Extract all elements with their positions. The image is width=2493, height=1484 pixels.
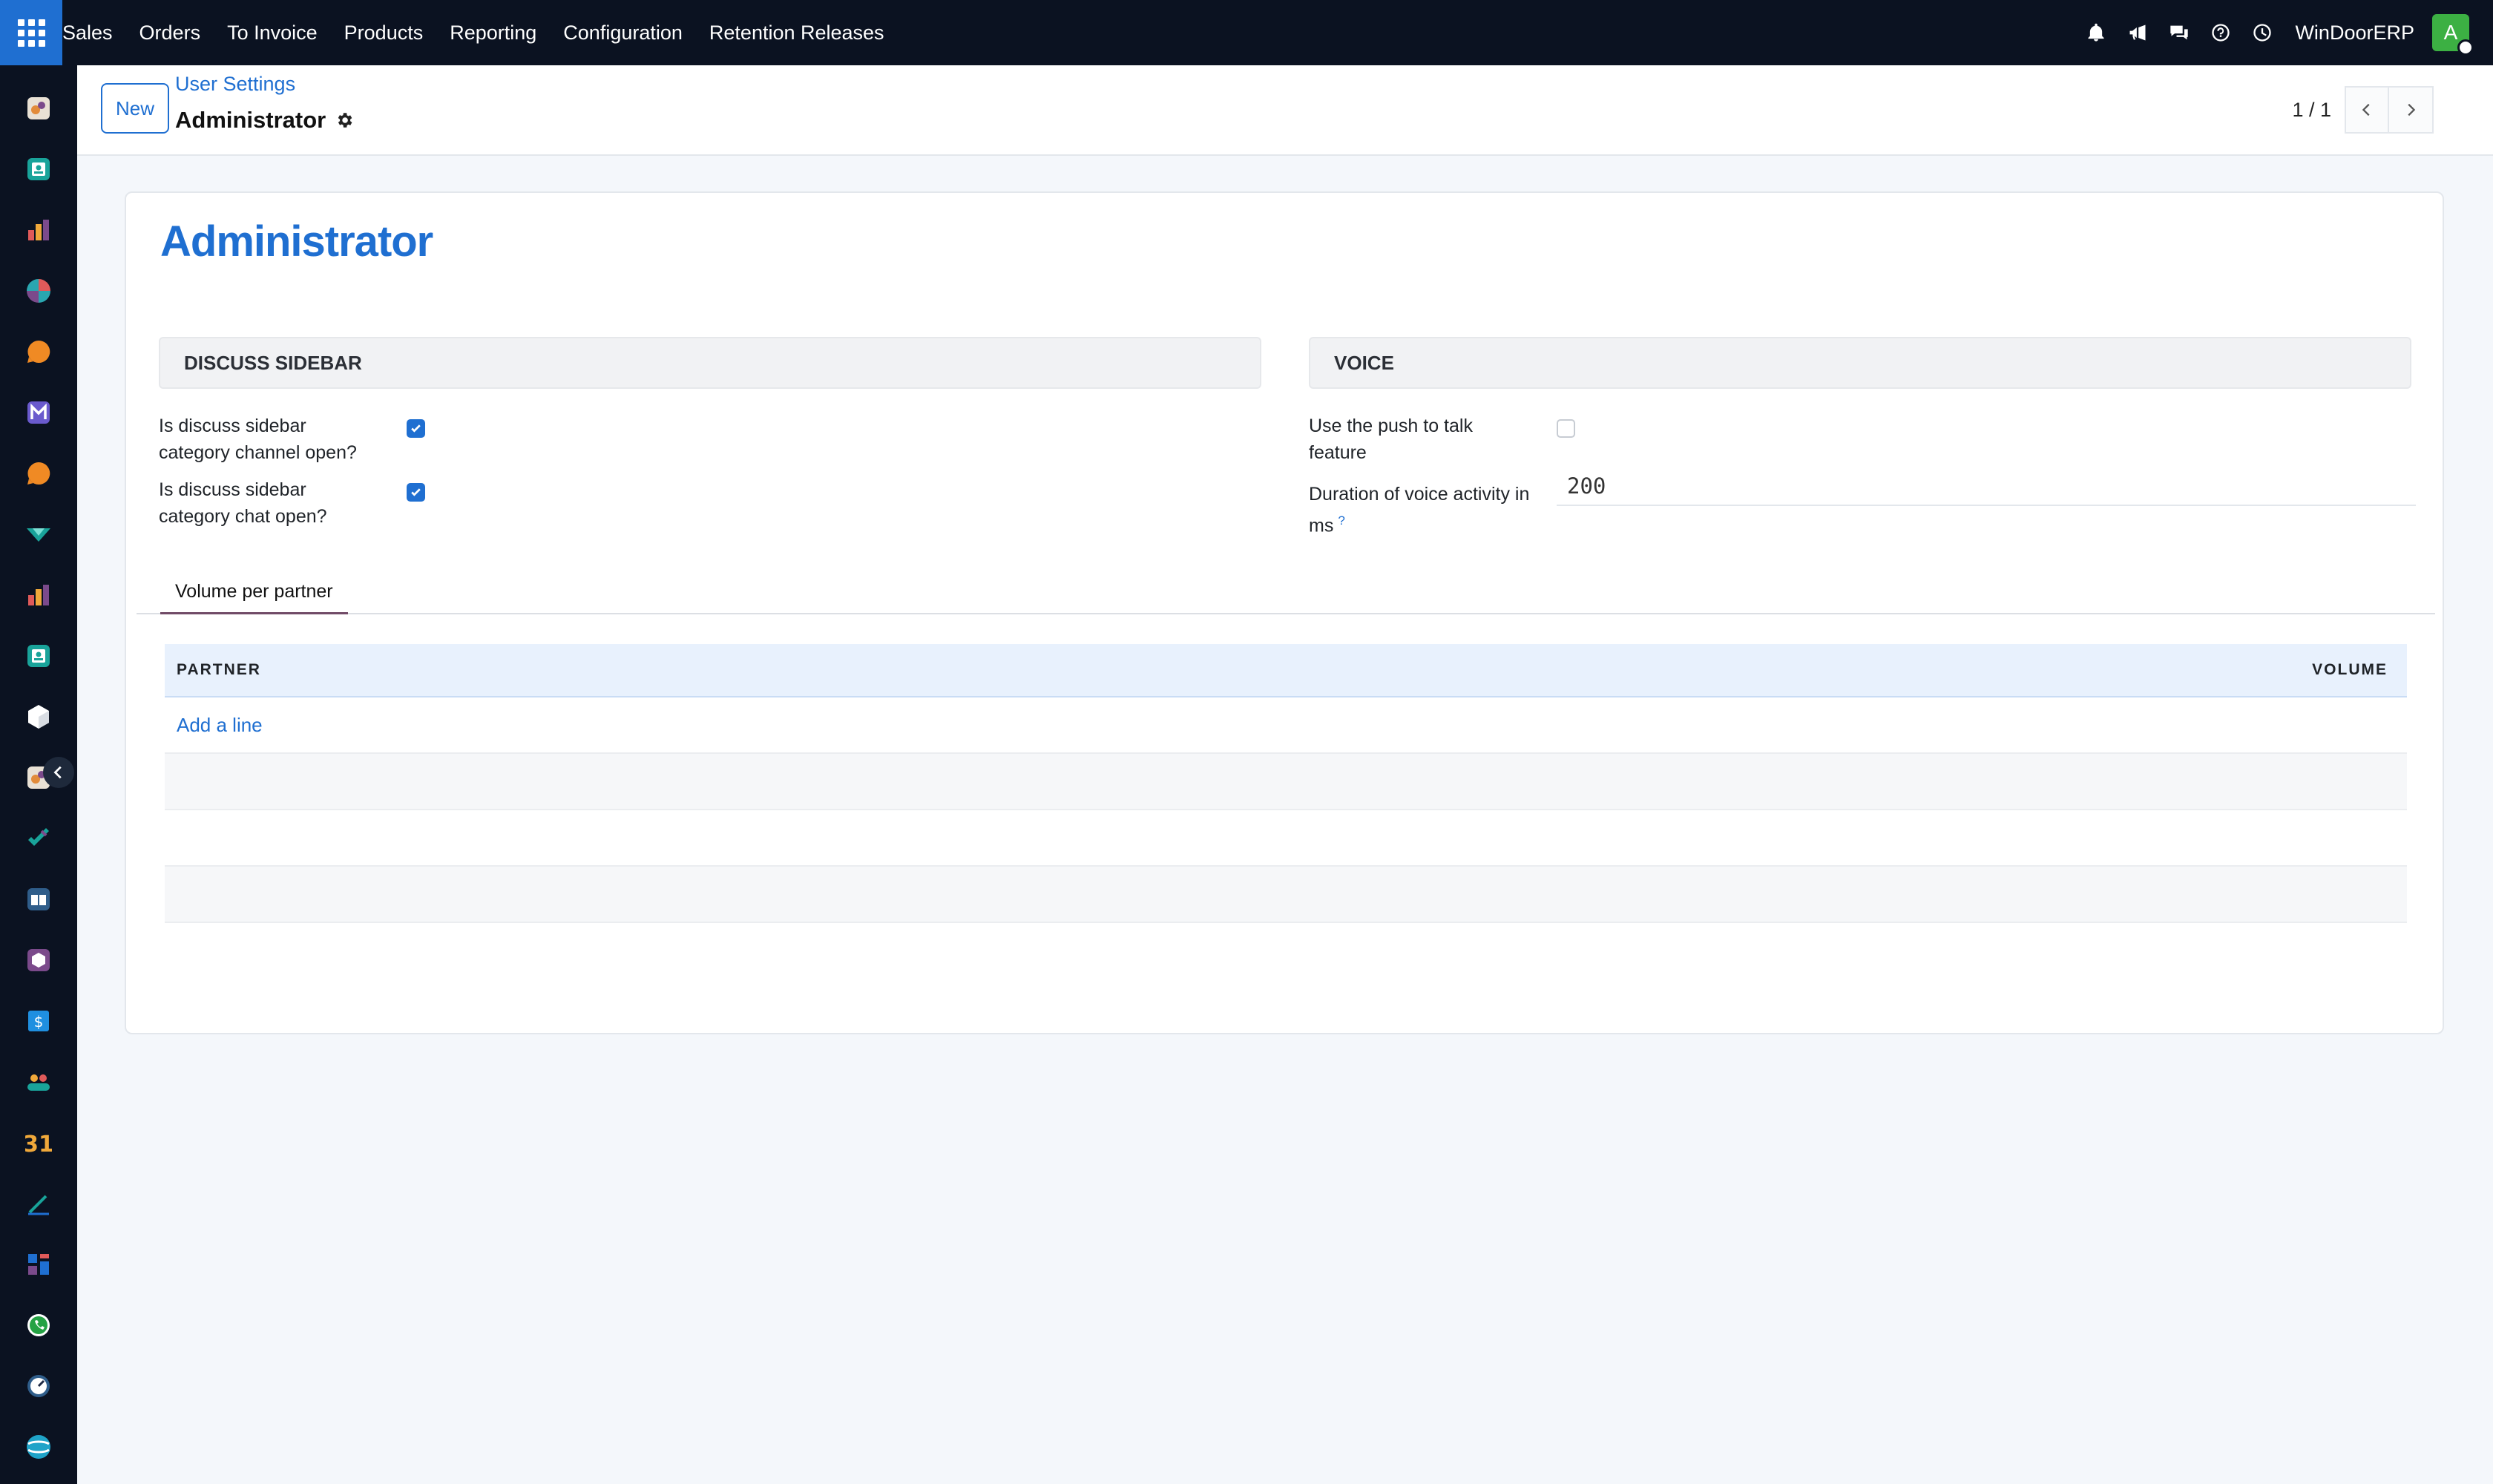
channel-open-label: Is discuss sidebar category channel open… bbox=[159, 416, 357, 463]
app-icon-10[interactable] bbox=[25, 643, 52, 669]
sidebar-collapse-button[interactable] bbox=[43, 757, 74, 788]
app-icon-2[interactable] bbox=[25, 156, 52, 183]
top-navbar: Sales Orders To Invoice Products Reporti… bbox=[0, 0, 2493, 65]
app-icon-13[interactable] bbox=[25, 825, 52, 852]
app-icon-7[interactable] bbox=[25, 460, 52, 487]
app-icon-9[interactable] bbox=[25, 582, 52, 608]
menu-to-invoice[interactable]: To Invoice bbox=[214, 0, 331, 65]
check-icon bbox=[411, 424, 421, 433]
app-icon-1[interactable] bbox=[25, 95, 52, 122]
app-icon-17[interactable] bbox=[25, 1068, 52, 1095]
menu-sales[interactable]: Sales bbox=[62, 0, 126, 65]
user-avatar[interactable]: A bbox=[2432, 14, 2474, 56]
form-sheet: Administrator DISCUSS SIDEBAR VOICE Is d… bbox=[125, 191, 2444, 1034]
app-icon-6[interactable] bbox=[25, 399, 52, 426]
app-icon-19[interactable] bbox=[25, 1190, 52, 1217]
gear-icon[interactable] bbox=[335, 111, 354, 130]
main-menu: Sales Orders To Invoice Products Reporti… bbox=[62, 0, 898, 65]
menu-orders[interactable]: Orders bbox=[126, 0, 214, 65]
voice-duration-input[interactable]: 200 bbox=[1557, 467, 2416, 506]
menu-configuration[interactable]: Configuration bbox=[550, 0, 696, 65]
table-row bbox=[165, 867, 2407, 923]
app-icon-11[interactable] bbox=[25, 703, 52, 730]
bell-icon[interactable] bbox=[2075, 0, 2117, 65]
app-icon-23[interactable] bbox=[25, 1434, 52, 1460]
help-icon[interactable] bbox=[2200, 0, 2241, 65]
company-switcher[interactable]: WinDoorERP bbox=[2295, 22, 2414, 45]
app-icon-5[interactable] bbox=[25, 338, 52, 365]
app-icon-20[interactable] bbox=[25, 1251, 52, 1278]
control-panel: New User Settings Administrator 1 / 1 bbox=[77, 65, 2493, 156]
svg-text:$: $ bbox=[34, 1013, 44, 1031]
app-sidebar: $ 31 bbox=[0, 65, 77, 1484]
app-icon-16[interactable]: $ bbox=[25, 1008, 52, 1034]
breadcrumb-current: Administrator bbox=[175, 107, 354, 134]
add-line-link[interactable]: Add a line bbox=[177, 697, 263, 752]
column-partner[interactable]: PARTNER bbox=[177, 644, 261, 696]
new-button[interactable]: New bbox=[101, 83, 169, 134]
table-row bbox=[165, 754, 2407, 810]
avatar-letter: A bbox=[2443, 21, 2458, 44]
chat-open-checkbox[interactable] bbox=[407, 483, 425, 502]
pager-previous-button[interactable] bbox=[2345, 86, 2389, 134]
app-icon-3[interactable] bbox=[25, 217, 52, 243]
volume-table: PARTNER VOLUME Add a line bbox=[165, 644, 2407, 923]
calendar-31-icon[interactable]: 31 bbox=[25, 1129, 52, 1156]
notebook-tabs: Volume per partner bbox=[137, 570, 2435, 614]
push-to-talk-checkbox[interactable] bbox=[1557, 419, 1575, 438]
table-header: PARTNER VOLUME bbox=[165, 644, 2407, 697]
table-row: Add a line bbox=[165, 697, 2407, 754]
check-icon bbox=[411, 488, 421, 496]
app-icon-14[interactable] bbox=[25, 886, 52, 913]
chat-icon[interactable] bbox=[2158, 0, 2200, 65]
pager-next-button[interactable] bbox=[2389, 86, 2434, 134]
chevron-right-icon bbox=[2408, 103, 2416, 116]
voice-duration-label-text: Duration of voice activity in ms bbox=[1309, 484, 1530, 536]
app-icon-4[interactable] bbox=[25, 278, 52, 304]
app-switcher-button[interactable] bbox=[0, 0, 62, 65]
app-icon-22[interactable] bbox=[25, 1373, 52, 1399]
calendar-31-text: 31 bbox=[25, 1132, 52, 1156]
tab-volume-per-partner[interactable]: Volume per partner bbox=[160, 570, 348, 614]
table-row bbox=[165, 810, 2407, 867]
grid-icon bbox=[17, 19, 45, 47]
voice-header: VOICE bbox=[1309, 337, 2411, 389]
megaphone-icon[interactable] bbox=[2117, 0, 2158, 65]
status-dot bbox=[2457, 39, 2474, 56]
systray: WinDoorERP A bbox=[2075, 0, 2493, 65]
pager-value[interactable]: 1 / 1 bbox=[2292, 99, 2331, 122]
help-tooltip-icon[interactable]: ? bbox=[1338, 513, 1344, 528]
chevron-left-icon bbox=[53, 766, 62, 779]
voice-duration-label: Duration of voice activity in ms? bbox=[1309, 481, 1546, 539]
column-volume[interactable]: VOLUME bbox=[2312, 644, 2388, 696]
record-name: Administrator bbox=[160, 217, 433, 266]
menu-reporting[interactable]: Reporting bbox=[436, 0, 550, 65]
channel-open-checkbox[interactable] bbox=[407, 419, 425, 438]
menu-retention-releases[interactable]: Retention Releases bbox=[696, 0, 898, 65]
app-icon-8[interactable] bbox=[25, 521, 52, 548]
chat-open-label: Is discuss sidebar category chat open? bbox=[159, 479, 327, 527]
chevron-left-icon bbox=[2362, 103, 2370, 116]
app-icon-15[interactable] bbox=[25, 947, 52, 974]
breadcrumb[interactable]: User Settings bbox=[175, 73, 295, 96]
clock-icon[interactable] bbox=[2241, 0, 2283, 65]
pager: 1 / 1 bbox=[2292, 86, 2434, 134]
push-to-talk-label: Use the push to talk feature bbox=[1309, 416, 1473, 463]
record-title: Administrator bbox=[175, 107, 326, 133]
menu-products[interactable]: Products bbox=[331, 0, 437, 65]
whatsapp-icon[interactable] bbox=[25, 1312, 52, 1339]
discuss-sidebar-header: DISCUSS SIDEBAR bbox=[159, 337, 1261, 389]
